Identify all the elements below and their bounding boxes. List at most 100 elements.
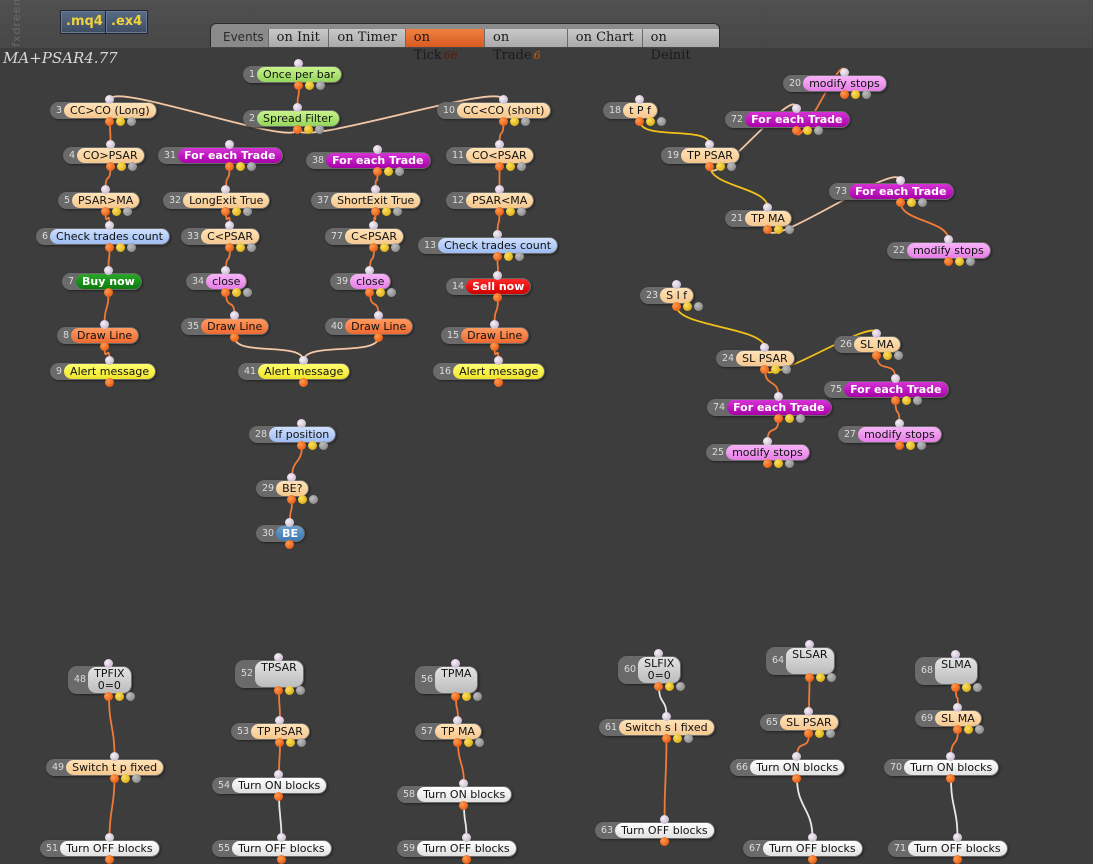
input-connector[interactable] <box>365 266 374 275</box>
output-yes-connector[interactable] <box>671 302 681 311</box>
input-connector[interactable] <box>461 833 471 842</box>
block-59[interactable]: 59 Turn OFF blocks <box>397 833 517 864</box>
output-error-connector[interactable] <box>247 243 256 252</box>
output-no-connector[interactable] <box>305 81 314 90</box>
output-yes-connector[interactable] <box>804 729 813 738</box>
block-67[interactable]: 67 Turn OFF blocks <box>743 833 863 864</box>
output-yes-connector[interactable] <box>498 117 508 126</box>
output-error-connector[interactable] <box>473 692 482 701</box>
output-yes-connector[interactable] <box>229 333 239 342</box>
block-2[interactable]: 2 Spread Filter <box>243 103 340 134</box>
block-27[interactable]: 27 modify stops <box>838 419 942 450</box>
block-60[interactable]: 60 SLFIX 0=0 <box>618 649 685 691</box>
output-yes-connector[interactable] <box>953 725 962 734</box>
input-connector[interactable] <box>274 653 283 662</box>
block-15[interactable]: 15 Draw Line <box>441 320 530 351</box>
output-error-connector[interactable] <box>309 495 318 504</box>
output-error-connector[interactable] <box>975 725 984 734</box>
block-28[interactable]: 28 If position <box>249 419 337 450</box>
input-connector[interactable] <box>792 752 801 761</box>
input-connector[interactable] <box>274 770 283 779</box>
output-no-connector[interactable] <box>380 243 389 252</box>
output-error-connector[interactable] <box>391 243 400 252</box>
output-no-connector[interactable] <box>771 365 780 374</box>
output-yes-connector[interactable] <box>839 90 849 99</box>
output-no-connector[interactable] <box>505 162 515 171</box>
output-yes-connector[interactable] <box>297 441 306 450</box>
block-73[interactable]: 73 For each Trade <box>829 176 954 207</box>
block-41[interactable]: 41 Alert message <box>238 356 351 387</box>
output-yes-connector[interactable] <box>493 293 502 302</box>
output-no-connector[interactable] <box>503 252 513 261</box>
output-yes-connector[interactable] <box>274 792 283 801</box>
output-yes-connector[interactable] <box>105 162 115 171</box>
input-connector[interactable] <box>654 649 663 658</box>
output-yes-connector[interactable] <box>104 378 114 387</box>
output-no-connector[interactable] <box>802 126 812 135</box>
output-no-connector[interactable] <box>381 207 391 216</box>
output-no-connector[interactable] <box>232 207 241 216</box>
output-yes-connector[interactable] <box>894 441 904 450</box>
output-yes-connector[interactable] <box>298 378 308 387</box>
output-no-connector[interactable] <box>774 225 783 234</box>
output-error-connector[interactable] <box>516 162 526 171</box>
block-12[interactable]: 12 PSAR<MA <box>446 185 535 216</box>
output-no-connector[interactable] <box>815 673 825 682</box>
input-connector[interactable] <box>225 221 234 230</box>
input-connector[interactable] <box>807 833 817 842</box>
output-no-connector[interactable] <box>116 117 125 126</box>
block-54[interactable]: 54 Turn ON blocks <box>212 770 328 801</box>
input-connector[interactable] <box>951 650 960 659</box>
input-connector[interactable] <box>104 833 114 842</box>
output-yes-connector[interactable] <box>494 162 504 171</box>
block-5[interactable]: 5 PSAR>MA <box>58 185 141 216</box>
output-no-connector[interactable] <box>285 686 294 695</box>
output-no-connector[interactable] <box>235 162 245 171</box>
output-yes-connector[interactable] <box>492 252 502 261</box>
output-no-connector[interactable] <box>672 734 682 743</box>
output-no-connector[interactable] <box>646 117 655 126</box>
output-yes-connector[interactable] <box>105 117 114 126</box>
output-no-connector[interactable] <box>954 257 964 266</box>
input-connector[interactable] <box>489 320 499 329</box>
output-no-connector[interactable] <box>850 90 860 99</box>
input-connector[interactable] <box>943 235 953 244</box>
output-no-connector[interactable] <box>308 441 317 450</box>
input-connector[interactable] <box>459 779 468 788</box>
output-yes-connector[interactable] <box>221 288 230 297</box>
input-connector[interactable] <box>493 356 503 365</box>
input-connector[interactable] <box>224 140 234 149</box>
input-connector[interactable] <box>453 716 462 725</box>
output-error-connector[interactable] <box>727 162 736 171</box>
block-22[interactable]: 22 modify stops <box>887 235 991 266</box>
output-no-connector[interactable] <box>303 125 313 134</box>
output-yes-connector[interactable] <box>275 738 284 747</box>
output-yes-connector[interactable] <box>760 365 769 374</box>
output-error-connector[interactable] <box>126 243 136 252</box>
output-no-connector[interactable] <box>905 441 915 450</box>
output-yes-connector[interactable] <box>493 378 503 387</box>
output-error-connector[interactable] <box>127 117 136 126</box>
output-no-connector[interactable] <box>120 774 130 783</box>
input-connector[interactable] <box>105 95 114 104</box>
output-yes-connector[interactable] <box>459 801 468 810</box>
output-yes-connector[interactable] <box>762 459 772 468</box>
output-yes-connector[interactable] <box>661 734 671 743</box>
output-yes-connector[interactable] <box>792 774 801 783</box>
output-error-connector[interactable] <box>392 207 402 216</box>
input-connector[interactable] <box>661 712 671 721</box>
block-23[interactable]: 23 S l f <box>640 280 703 311</box>
output-error-connector[interactable] <box>912 396 922 405</box>
input-connector[interactable] <box>705 140 714 149</box>
input-connector[interactable] <box>762 437 772 446</box>
input-connector[interactable] <box>229 311 239 320</box>
output-yes-connector[interactable] <box>224 162 234 171</box>
output-yes-connector[interactable] <box>370 207 380 216</box>
output-no-connector[interactable] <box>906 198 916 207</box>
output-error-connector[interactable] <box>316 81 325 90</box>
block-34[interactable]: 34 close <box>186 266 252 297</box>
output-yes-connector[interactable] <box>489 342 499 351</box>
block-69[interactable]: 69 SL MA <box>915 703 984 734</box>
output-error-connector[interactable] <box>657 117 666 126</box>
block-61[interactable]: 61 Switch s l fixed <box>599 712 715 743</box>
